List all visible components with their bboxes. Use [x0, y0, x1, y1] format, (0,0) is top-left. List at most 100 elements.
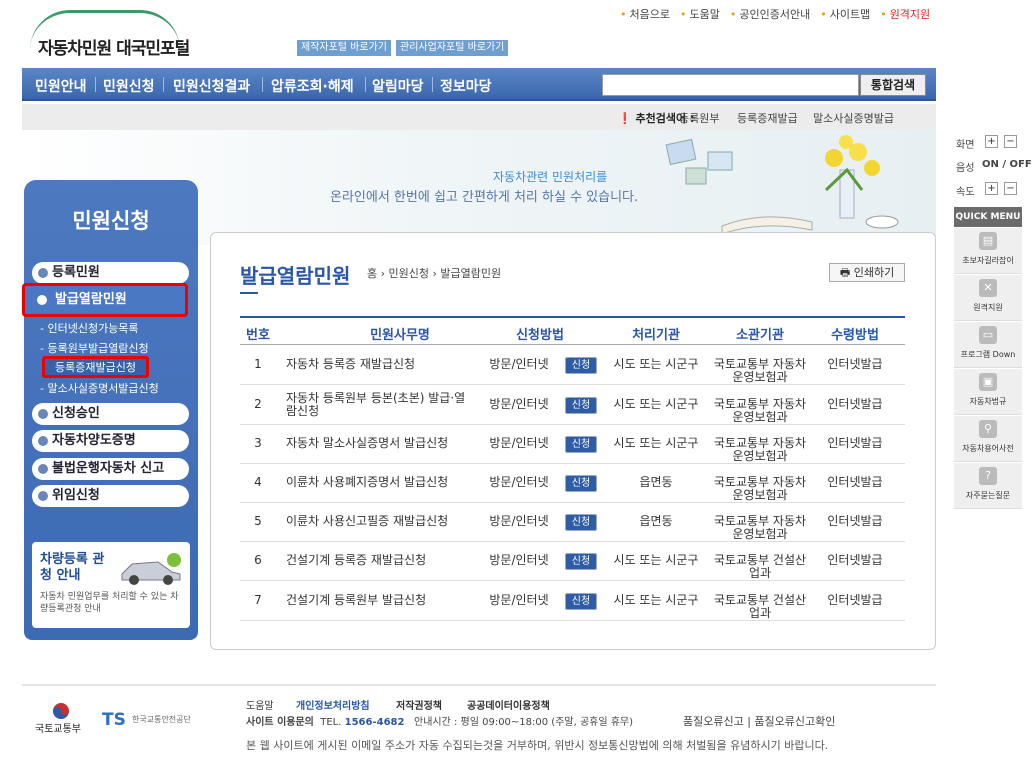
- top-link-remote[interactable]: • 원격지원: [880, 6, 930, 22]
- row-proc: 읍면동: [639, 475, 673, 489]
- row-name: 건설기계 등록원부 발급신청: [286, 593, 427, 607]
- row-recv: 인터넷발급: [827, 514, 883, 528]
- breadcrumb: 홈 › 민원신청 › 발급열람민원: [367, 267, 502, 280]
- korea-emblem-icon: [53, 703, 69, 719]
- zoom-in-button[interactable]: +: [985, 135, 998, 148]
- row-no: 7: [254, 593, 262, 607]
- recommend-keyword[interactable]: 등록원부: [679, 110, 719, 126]
- top-link-help[interactable]: • 도움말: [680, 6, 720, 22]
- footer-opendata-link[interactable]: 공공데이터이용정책: [467, 697, 550, 712]
- banner-line1: 자동차관련 민원처리를: [493, 170, 608, 184]
- col-no: 번호: [246, 328, 270, 343]
- footer-ts-logo: TS: [102, 710, 126, 730]
- speed-down-button[interactable]: −: [1004, 182, 1017, 195]
- table-row: 2 자동차 등록원부 등본(초본) 발급·열람신청 방문/인터넷 시도 또는 시군구 국…: [240, 386, 905, 425]
- row-proc: 시도 또는 시군구: [613, 593, 699, 607]
- print-button[interactable]: 🖶 인쇄하기: [829, 263, 905, 282]
- apply-button[interactable]: 신청: [565, 514, 597, 531]
- sidebar-item-delegate[interactable]: 위임신청: [32, 485, 189, 507]
- row-method: 방문/인터넷: [489, 553, 549, 567]
- quick-beginner-guide[interactable]: ▤ 초보자길라잡이: [954, 228, 1022, 274]
- apply-button[interactable]: 신청: [565, 475, 597, 492]
- search-button[interactable]: 통합검색: [860, 74, 926, 96]
- sidebar-item-issue[interactable]: 발급열람민원: [22, 283, 188, 317]
- sound-toggle[interactable]: ON / OFF: [982, 159, 1032, 170]
- table-row: 4 이륜차 사용폐지증명서 발급신청 방문/인터넷 읍면동 국토교통부 자동차운영보험과…: [240, 464, 905, 503]
- bullet-icon: [38, 436, 48, 446]
- footer-copyright-link[interactable]: 저작권정책: [396, 697, 442, 712]
- row-no: 4: [254, 475, 262, 489]
- row-method: 방문/인터넷: [489, 436, 549, 450]
- nav-notice[interactable]: 알림마당: [372, 76, 424, 96]
- logo[interactable]: 자동차민원 대국민포털: [38, 34, 190, 59]
- apply-button[interactable]: 신청: [565, 397, 597, 414]
- row-name: 자동차 등록원부 등본(초본) 발급·열람신청: [286, 391, 466, 418]
- apply-button[interactable]: 신청: [565, 357, 597, 374]
- col-org: 소관기관: [736, 328, 784, 343]
- row-no: 6: [254, 553, 262, 567]
- row-name: 이륜차 사용폐지증명서 발급신청: [286, 475, 449, 489]
- col-recv: 수령방법: [831, 328, 879, 343]
- row-proc: 시도 또는 시군구: [613, 553, 699, 567]
- quick-program-download[interactable]: ▭ 프로그램 Down: [954, 322, 1022, 368]
- top-link-home[interactable]: • 처음으로: [620, 6, 670, 22]
- row-method: 방문/인터넷: [489, 593, 549, 607]
- sidebar-sub-cancel-cert[interactable]: - 말소사실증명서발급신청: [40, 380, 159, 396]
- nav-info[interactable]: 정보마당: [440, 76, 492, 96]
- row-proc: 읍면동: [639, 514, 673, 528]
- nav-apply[interactable]: 민원신청: [103, 76, 155, 96]
- footer-privacy-link[interactable]: 개인정보처리방침: [296, 697, 370, 712]
- speed-up-button[interactable]: +: [985, 182, 998, 195]
- recommend-keyword[interactable]: 등록증재발급: [737, 110, 798, 126]
- top-links: • 처음으로 • 도움말 • 공인인증서안내 • 사이트맵 • 원격지원: [620, 6, 930, 22]
- sidebar-item-approve[interactable]: 신청승인: [32, 403, 189, 425]
- row-org: 국토교통부 건설산업과: [713, 553, 807, 580]
- top-link-sitemap[interactable]: • 사이트맵: [820, 6, 870, 22]
- quick-remote-support[interactable]: ✕ 원격지원: [954, 275, 1022, 321]
- table-row: 3 자동차 말소사실증명서 발급신청 방문/인터넷 시도 또는 시군구 국토교통부 자동…: [240, 425, 905, 464]
- maker-portal-button[interactable]: 제작자포털 바로가기: [297, 40, 391, 56]
- nav-result[interactable]: 민원신청결과: [173, 76, 250, 96]
- sidebar-sub-reissue[interactable]: 등록증재발급신청: [42, 356, 149, 378]
- quick-car-law[interactable]: ▣ 자동차법규: [954, 369, 1022, 415]
- nav-guide[interactable]: 민원안내: [35, 76, 87, 96]
- page-title: 발급열람민원: [240, 264, 351, 288]
- nav-divider: [365, 77, 366, 92]
- biz-portal-button[interactable]: 관리사업자포털 바로가기: [396, 40, 509, 56]
- footer-help-link[interactable]: 도움말: [246, 697, 274, 712]
- row-proc: 시도 또는 시군구: [613, 357, 699, 371]
- sidebar-item-registration[interactable]: 등록민원: [32, 262, 189, 284]
- breadcrumb-home[interactable]: 홈: [367, 267, 377, 280]
- apply-button[interactable]: 신청: [565, 436, 597, 453]
- wrench-icon: ⚲: [979, 420, 997, 438]
- quick-dictionary[interactable]: ⚲ 자동차용어사전: [954, 416, 1022, 462]
- row-name: 자동차 말소사실증명서 발급신청: [286, 436, 449, 450]
- search-input[interactable]: [602, 74, 859, 96]
- sidebar-sub-register-record[interactable]: - 등록원부발급열람신청: [40, 340, 149, 356]
- sidebar-item-illegal[interactable]: 불법운행자동차 신고: [32, 458, 189, 480]
- zoom-out-button[interactable]: −: [1004, 135, 1017, 148]
- breadcrumb-current: 발급열람민원: [440, 267, 502, 280]
- tools-icon: ✕: [979, 279, 997, 297]
- quick-faq[interactable]: ? 자주묻는질문: [954, 463, 1022, 509]
- row-org: 국토교통부 건설산업과: [713, 593, 807, 620]
- sidebar-item-transfer[interactable]: 자동차양도증명: [32, 430, 189, 452]
- nav-divider: [95, 77, 96, 92]
- row-org: 국토교통부 자동차운영보험과: [713, 514, 807, 541]
- col-name: 민원사무명: [370, 328, 430, 343]
- sidebar-title: 민원신청: [72, 209, 150, 233]
- apply-button[interactable]: 신청: [565, 593, 597, 610]
- apply-button[interactable]: 신청: [565, 553, 597, 570]
- row-no: 1: [254, 357, 262, 371]
- breadcrumb-apply[interactable]: 민원신청: [389, 267, 429, 280]
- recommend-keyword[interactable]: 말소사실증명발급: [813, 110, 894, 126]
- top-link-cert[interactable]: • 공인인증서안내: [730, 6, 810, 22]
- nav-seizure[interactable]: 압류조회·해제: [271, 76, 354, 96]
- col-method: 신청방법: [516, 328, 564, 343]
- row-name: 건설기계 등록증 재발급신청: [286, 553, 427, 567]
- row-method: 방문/인터넷: [489, 397, 549, 411]
- col-proc: 처리기관: [632, 328, 680, 343]
- row-no: 5: [254, 514, 262, 528]
- sidebar-sub-internet-list[interactable]: - 인터넷신청가능목록: [40, 320, 139, 336]
- footer-error-report[interactable]: 품질오류신고 | 품질오류신고확인: [683, 713, 835, 729]
